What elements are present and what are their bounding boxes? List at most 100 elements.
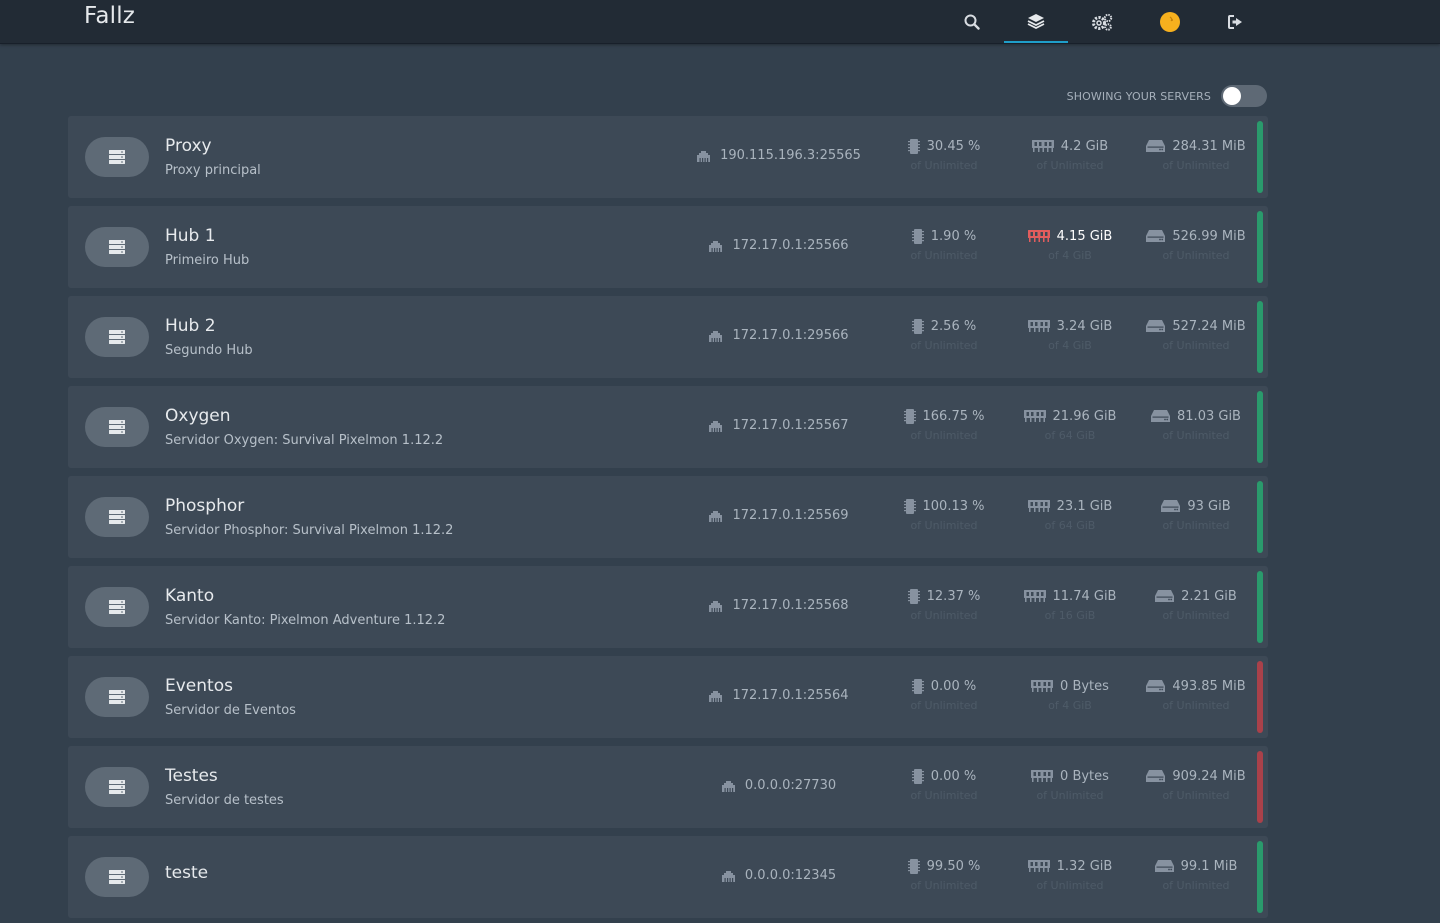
disk-limit: of Unlimited (1162, 879, 1230, 892)
hdd-icon (1146, 320, 1166, 332)
server-filter-label: SHOWING YOUR SERVERS (1066, 89, 1211, 103)
memory-icon (1023, 590, 1046, 602)
disk-value: 99.1 MiB (1180, 858, 1238, 874)
logout-icon (1228, 14, 1242, 29)
disk-usage: 81.03 GiB of Unlimited (1135, 406, 1257, 442)
disk-value: 526.99 MiB (1172, 228, 1246, 244)
server-address: 172.17.0.1:25568 (688, 598, 868, 613)
server-icon (85, 677, 149, 717)
disk-usage: 526.99 MiB of Unlimited (1135, 226, 1257, 262)
cpu-usage: 2.56 % of Unlimited (883, 316, 1005, 352)
show-all-servers-toggle[interactable] (1221, 85, 1267, 107)
cpu-value: 0.00 % (930, 678, 977, 694)
memory-limit: of Unlimited (1036, 789, 1104, 802)
ethernet-icon (709, 420, 723, 432)
server-address: 172.17.0.1:25564 (688, 688, 868, 703)
nav-servers-button[interactable] (1004, 0, 1068, 43)
hdd-icon (1154, 860, 1174, 872)
server-description: Servidor Phosphor: Survival Pixelmon 1.1… (165, 523, 454, 538)
disk-limit: of Unlimited (1162, 339, 1230, 352)
server-icon (85, 767, 149, 807)
server-status-indicator (1257, 121, 1263, 193)
cpu-usage: 30.45 % of Unlimited (883, 136, 1005, 172)
hdd-icon (1155, 590, 1175, 602)
server-description: Primeiro Hub (165, 253, 250, 268)
server-row[interactable]: Hub 1 Primeiro Hub 172.17.0.1:25566 1.90… (68, 206, 1268, 288)
memory-usage: 11.74 GiB of 16 GiB (1009, 586, 1131, 622)
server-row[interactable]: Testes Servidor de testes 0.0.0.0:27730 (68, 746, 1268, 828)
nav-account-button[interactable] (1138, 0, 1202, 43)
cpu-value: 12.37 % (926, 588, 981, 604)
disk-usage: 2.21 GiB of Unlimited (1135, 586, 1257, 622)
memory-limit: of Unlimited (1036, 159, 1104, 172)
microchip-icon (907, 588, 920, 604)
toggle-knob (1223, 87, 1241, 105)
hdd-icon (1146, 680, 1166, 692)
nav-logout-button[interactable] (1204, 0, 1268, 43)
cpu-value: 30.45 % (926, 138, 981, 154)
ethernet-icon (697, 150, 711, 162)
disk-limit: of Unlimited (1162, 699, 1230, 712)
server-address: 172.17.0.1:25566 (688, 238, 868, 253)
server-name: Hub 1 (165, 226, 216, 246)
hdd-icon (1161, 500, 1181, 512)
hdd-icon (1146, 770, 1166, 782)
memory-limit: of 4 GiB (1048, 339, 1092, 352)
brand-logo[interactable]: Fallz (84, 3, 135, 29)
server-icon (85, 227, 149, 267)
server-description: Servidor Kanto: Pixelmon Adventure 1.12.… (165, 613, 446, 628)
memory-limit: of 4 GiB (1048, 249, 1092, 262)
server-status-indicator (1257, 301, 1263, 373)
server-row[interactable]: Oxygen Servidor Oxygen: Survival Pixelmo… (68, 386, 1268, 468)
disk-limit: of Unlimited (1162, 609, 1230, 622)
server-name: Phosphor (165, 496, 245, 516)
server-address: 190.115.196.3:25565 (688, 148, 868, 163)
server-row[interactable]: Kanto Servidor Kanto: Pixelmon Adventure… (68, 566, 1268, 648)
settings-icon (1092, 13, 1113, 31)
server-address: 172.17.0.1:25567 (688, 418, 868, 433)
server-name: Hub 2 (165, 316, 216, 336)
disk-usage: 93 GiB of Unlimited (1135, 496, 1257, 532)
server-row[interactable]: teste 0.0.0.0:12345 99.50 % of Unlimited… (68, 836, 1268, 918)
hdd-icon (1146, 140, 1166, 152)
server-row[interactable]: Hub 2 Segundo Hub 172.17.0.1:29566 2.56 … (68, 296, 1268, 378)
memory-value: 0 Bytes (1060, 678, 1109, 694)
memory-limit: of 4 GiB (1048, 699, 1092, 712)
cpu-usage: 99.50 % of Unlimited (883, 856, 1005, 892)
memory-icon (1027, 860, 1050, 872)
cpu-limit: of Unlimited (910, 699, 978, 712)
server-description: Proxy principal (165, 163, 261, 178)
disk-value: 81.03 GiB (1177, 408, 1241, 424)
microchip-icon (911, 768, 924, 784)
disk-usage: 99.1 MiB of Unlimited (1135, 856, 1257, 892)
server-status-indicator (1257, 481, 1263, 553)
memory-usage: 4.15 GiB of 4 GiB (1009, 226, 1131, 262)
server-row[interactable]: Proxy Proxy principal 190.115.196.3:2556… (68, 116, 1268, 198)
microchip-icon (911, 678, 924, 694)
memory-value: 4.2 GiB (1060, 138, 1109, 154)
server-address-text: 0.0.0.0:27730 (744, 778, 837, 793)
nav-search-button[interactable] (940, 0, 1004, 43)
memory-value: 21.96 GiB (1052, 408, 1117, 424)
disk-limit: of Unlimited (1162, 789, 1230, 802)
memory-value: 4.15 GiB (1056, 228, 1113, 244)
ethernet-icon (709, 690, 723, 702)
server-row[interactable]: Phosphor Servidor Phosphor: Survival Pix… (68, 476, 1268, 558)
memory-value: 23.1 GiB (1056, 498, 1113, 514)
nav-admin-settings-button[interactable] (1070, 0, 1134, 43)
memory-icon (1027, 320, 1050, 332)
disk-limit: of Unlimited (1162, 429, 1230, 442)
server-icon (85, 857, 149, 897)
microchip-icon (903, 498, 916, 514)
server-row[interactable]: Eventos Servidor de Eventos 172.17.0.1:2… (68, 656, 1268, 738)
server-name: Kanto (165, 586, 215, 606)
disk-limit: of Unlimited (1162, 519, 1230, 532)
cpu-limit: of Unlimited (910, 879, 978, 892)
server-address-text: 172.17.0.1:25564 (732, 688, 849, 703)
cpu-limit: of Unlimited (910, 429, 978, 442)
cpu-usage: 0.00 % of Unlimited (883, 766, 1005, 802)
server-name: Testes (165, 766, 218, 786)
disk-value: 93 GiB (1187, 498, 1231, 514)
cpu-usage: 166.75 % of Unlimited (883, 406, 1005, 442)
microchip-icon (911, 318, 924, 334)
